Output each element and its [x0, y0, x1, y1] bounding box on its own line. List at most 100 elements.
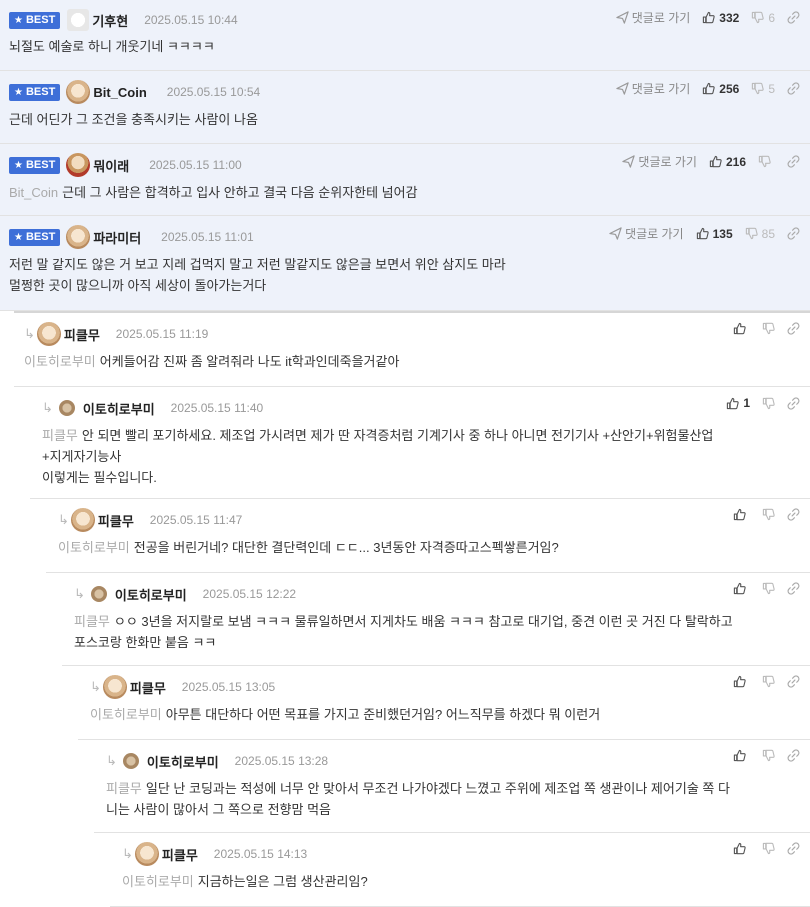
- avatar[interactable]: [122, 753, 139, 769]
- upvote-button[interactable]: 256: [702, 82, 739, 96]
- avatar[interactable]: [90, 586, 107, 602]
- upvote-button[interactable]: 332: [702, 11, 739, 25]
- send-arrow-icon: [622, 155, 635, 168]
- goto-comment-link[interactable]: 댓글로 가기: [622, 153, 697, 170]
- upvote-button[interactable]: 1: [726, 396, 750, 410]
- downvote-button[interactable]: 5: [751, 82, 775, 96]
- downvote-button[interactable]: [762, 842, 775, 855]
- comment-date: 2025.05.15 11:00: [149, 158, 242, 172]
- thumbs-down-icon: [762, 397, 775, 410]
- avatar[interactable]: [36, 322, 61, 346]
- comment-header: ↳ 피클무 2025.05.15 14:13: [122, 842, 810, 866]
- link-icon: [787, 749, 800, 762]
- nickname[interactable]: 파라미터: [93, 228, 141, 247]
- goto-comment-link[interactable]: 댓글로 가기: [616, 80, 690, 97]
- comment-text: 근데 어딘가 그 조건을 충족시키는 사람이 나옴: [9, 112, 258, 127]
- thumbs-up-icon: [733, 842, 746, 855]
- comment-header: ↳ 이토히로부미 2025.05.15 12:22: [74, 583, 810, 605]
- avatar[interactable]: [66, 80, 91, 104]
- downvote-button[interactable]: [762, 749, 775, 762]
- link-icon: [787, 397, 800, 410]
- downvote-button[interactable]: 85: [745, 227, 775, 241]
- downvote-button[interactable]: 6: [751, 11, 775, 25]
- upvote-button[interactable]: [733, 582, 750, 595]
- avatar[interactable]: [66, 225, 91, 249]
- mention[interactable]: 이토히로부미: [122, 874, 194, 889]
- nickname[interactable]: 피클무: [98, 511, 134, 530]
- upvote-button[interactable]: [733, 322, 750, 335]
- comment-date: 2025.05.15 14:13: [213, 847, 308, 861]
- mention[interactable]: 이토히로부미: [24, 354, 96, 369]
- avatar[interactable]: [102, 675, 127, 699]
- downvote-button[interactable]: [762, 508, 775, 521]
- goto-comment-link[interactable]: 댓글로 가기: [616, 9, 690, 26]
- upvote-button[interactable]: [733, 749, 750, 762]
- share-link-button[interactable]: [787, 11, 800, 24]
- thumbs-up-icon: [733, 582, 746, 595]
- upvote-button[interactable]: 135: [696, 227, 733, 241]
- goto-comment-link[interactable]: 댓글로 가기: [609, 225, 684, 242]
- reply-arrow-icon: ↳: [122, 846, 133, 861]
- comment-actions: [721, 749, 800, 762]
- share-link-button[interactable]: [787, 842, 800, 855]
- comment-text: 피클무 ㅇㅇ 3년을 저지랄로 보냄 ㅋㅋㅋ 물류일하면서 지게차도 배움 ㅋㅋㅋ…: [74, 614, 733, 650]
- share-link-button[interactable]: [787, 582, 800, 595]
- nickname[interactable]: 피클무: [130, 678, 166, 697]
- avatar[interactable]: [66, 153, 91, 177]
- mention[interactable]: 이토히로부미: [90, 707, 162, 722]
- mention[interactable]: 피클무: [74, 614, 110, 629]
- reply-arrow-icon: ↳: [58, 512, 69, 527]
- share-link-button[interactable]: [787, 155, 800, 168]
- best-badge: ★ BEST: [9, 228, 61, 246]
- share-link-button[interactable]: [787, 227, 800, 240]
- upvote-button[interactable]: [733, 508, 750, 521]
- link-icon: [787, 82, 800, 95]
- comment-date: 2025.05.15 11:47: [149, 513, 243, 527]
- upvote-count: 332: [719, 10, 740, 25]
- share-link-button[interactable]: [787, 508, 800, 521]
- share-link-button[interactable]: [787, 322, 800, 335]
- mention[interactable]: Bit_Coin: [9, 185, 58, 200]
- comment-actions: [721, 508, 800, 521]
- avatar[interactable]: [67, 9, 90, 31]
- mention[interactable]: 피클무: [42, 428, 78, 443]
- upvote-button[interactable]: 216: [709, 155, 746, 169]
- thumbs-up-icon: [702, 82, 715, 95]
- downvote-count: 85: [761, 226, 775, 241]
- nickname[interactable]: 이토히로부미: [115, 585, 187, 604]
- comment-actions: [721, 582, 800, 595]
- nickname[interactable]: 이토히로부미: [83, 399, 155, 418]
- reply-comment: ↳ 피클무 2025.05.15 11:19 이토히로부미 어케들어감 진짜 좀 …: [14, 313, 810, 387]
- share-link-button[interactable]: [787, 749, 800, 762]
- mention[interactable]: 피클무: [106, 781, 142, 796]
- share-link-button[interactable]: [787, 397, 800, 410]
- downvote-button[interactable]: [762, 675, 775, 688]
- nickname[interactable]: 기후현: [92, 11, 128, 30]
- nickname[interactable]: 피클무: [162, 845, 198, 864]
- thumbs-down-icon: [751, 82, 764, 95]
- upvote-button[interactable]: [733, 675, 750, 688]
- nickname[interactable]: 뭐이래: [93, 156, 129, 175]
- downvote-button[interactable]: [762, 582, 775, 595]
- comment-header: ↳ 피클무 2025.05.15 13:05: [90, 675, 810, 699]
- share-link-button[interactable]: [787, 82, 800, 95]
- downvote-button[interactable]: [762, 322, 775, 335]
- nickname[interactable]: Bit_Coin: [93, 85, 146, 100]
- share-link-button[interactable]: [787, 675, 800, 688]
- star-icon: ★: [14, 159, 23, 171]
- upvote-button[interactable]: [733, 842, 750, 855]
- nickname[interactable]: 이토히로부미: [147, 752, 219, 771]
- comment-actions: 댓글로 가기 135 85: [597, 225, 800, 242]
- thumbs-down-icon: [762, 749, 775, 762]
- link-icon: [787, 582, 800, 595]
- avatar[interactable]: [70, 508, 95, 532]
- thumbs-up-icon: [696, 227, 709, 240]
- avatar[interactable]: [58, 400, 75, 416]
- mention[interactable]: 이토히로부미: [58, 540, 130, 555]
- thumbs-down-icon: [762, 322, 775, 335]
- nickname[interactable]: 피클무: [64, 325, 100, 344]
- thumbs-up-icon: [733, 322, 746, 335]
- avatar[interactable]: [134, 842, 159, 866]
- downvote-button[interactable]: [762, 397, 775, 410]
- downvote-button[interactable]: [758, 155, 775, 168]
